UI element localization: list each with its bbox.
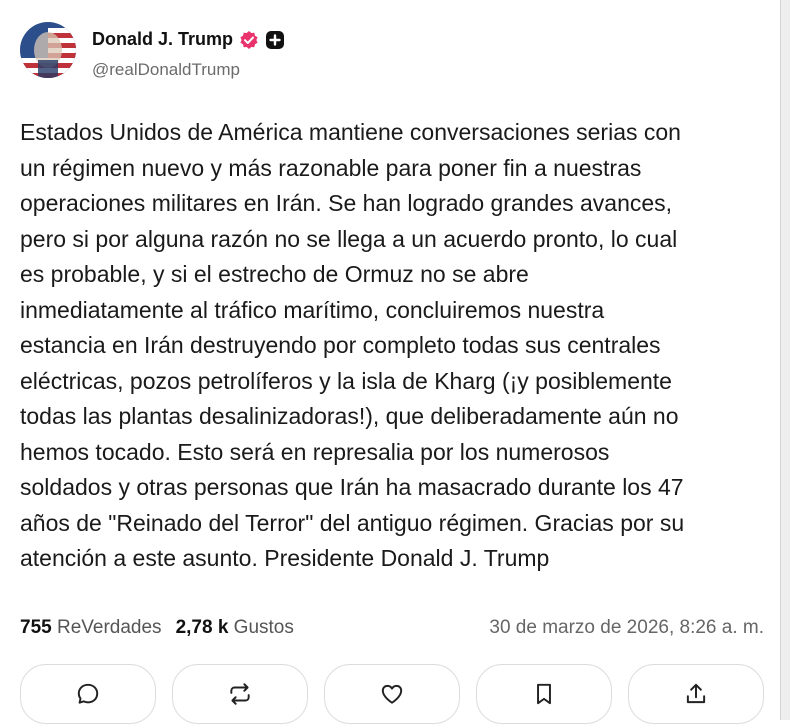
author-handle[interactable]: @realDonaldTrump [92, 60, 240, 80]
avatar-image [20, 22, 76, 78]
author-name[interactable]: Donald J. Trump [92, 29, 233, 50]
repost-icon [230, 683, 250, 705]
reposts-label: ReVerdades [56, 617, 162, 638]
post-stats: 755 ReVerdades 2,78 k Gustos [20, 617, 294, 639]
scrollbar-edge [780, 0, 790, 720]
likes-count: 2,78 k [175, 617, 229, 638]
like-icon [381, 684, 403, 704]
likes-stat[interactable]: 2,78 k Gustos [176, 617, 294, 639]
like-button[interactable] [324, 664, 460, 724]
follow-plus-icon[interactable] [265, 30, 285, 50]
share-icon [686, 683, 706, 704]
likes-label: Gustos [233, 617, 294, 638]
bookmark-button[interactable] [476, 664, 612, 724]
reply-icon [77, 683, 99, 704]
post-timestamp: 30 de marzo de 2026, 8:26 a. m. [489, 617, 764, 638]
author-row: Donald J. Trump [92, 29, 285, 50]
post-text: Estados Unidos de América mantiene conve… [20, 119, 685, 571]
repost-button[interactable] [172, 664, 308, 724]
reposts-count: 755 [20, 617, 52, 638]
reply-button[interactable] [20, 664, 156, 724]
action-bar [20, 664, 765, 724]
bookmark-icon [537, 683, 551, 705]
avatar[interactable] [20, 22, 76, 78]
share-button[interactable] [628, 664, 764, 724]
reposts-stat[interactable]: 755 ReVerdades [20, 617, 162, 639]
verified-badge-icon [239, 30, 259, 50]
